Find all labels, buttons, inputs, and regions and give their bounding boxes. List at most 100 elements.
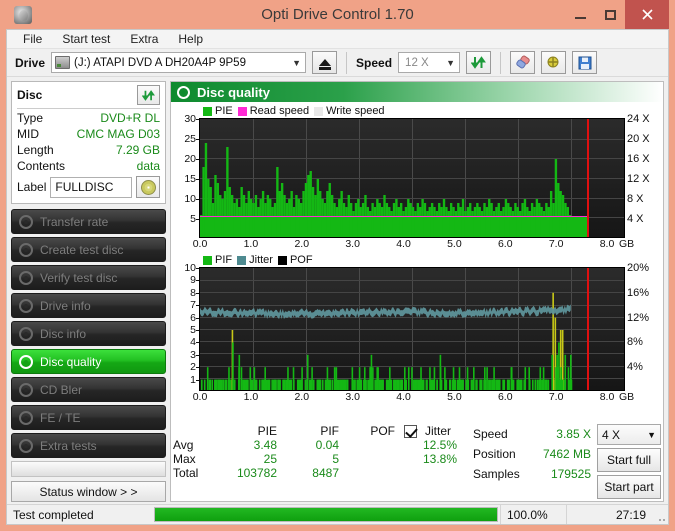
y-tick-label: 10 <box>184 193 199 205</box>
stats-table: PIE PIF POF Jitter Avg 3.48 0.04 12.5% M… <box>173 424 473 499</box>
legend-label: PIF <box>215 254 233 266</box>
close-button[interactable] <box>625 0 669 29</box>
start-part-button[interactable]: Start part <box>597 475 661 499</box>
disc-panel-header: Disc <box>17 85 160 109</box>
progress-container <box>152 505 500 524</box>
minimize-button[interactable] <box>565 0 595 29</box>
pif-y-axis: 10 9 8 7 6 5 4 3 2 1 <box>173 262 199 391</box>
speed-select-value: 12 X <box>405 56 429 69</box>
disc-icon <box>19 214 33 229</box>
stats-header-pie: PIE <box>257 424 277 438</box>
position-row: Position 7462 MB <box>473 444 591 464</box>
menu-item-extra[interactable]: Extra <box>122 30 166 48</box>
plugin-button[interactable] <box>541 51 567 74</box>
drive-select[interactable]: (J:) ATAPI DVD A DH20A4P 9P59 ▼ <box>51 52 307 73</box>
disc-type-value: DVD+R DL <box>100 111 160 125</box>
sidebar-item-label: Disc quality <box>40 354 102 369</box>
legend-item-write-speed: Write speed <box>314 105 385 117</box>
disc-label-label: Label <box>17 180 47 194</box>
x-tick-label: 7.0 <box>548 391 564 403</box>
chevron-down-icon: ▼ <box>446 57 455 68</box>
y-tick-label: 1 <box>190 373 199 386</box>
chevron-down-icon: ▼ <box>292 57 301 68</box>
disc-type-label: Type <box>17 111 44 125</box>
x-axis-unit: GB <box>619 238 635 250</box>
disc-label-button[interactable] <box>136 176 160 198</box>
save-button[interactable] <box>572 51 598 74</box>
disc-icon <box>19 382 33 397</box>
y-tick-label: 5 <box>190 324 199 336</box>
sidebar-item-disc-quality[interactable]: Disc quality <box>11 349 166 374</box>
sidebar-item-disc-info[interactable]: Disc info <box>11 321 166 346</box>
stats-avg-pif: 0.04 <box>315 438 339 452</box>
cd-icon <box>140 179 156 195</box>
y-tick-label: 7 <box>190 299 199 312</box>
pie-plot-row: 30 25 20 15 10 5 24 X 20 X 16 X 12 X 8 X 4 X <box>173 113 661 238</box>
pie-plot-area[interactable] <box>199 118 625 238</box>
test-speed-select[interactable]: 4 X ▼ <box>597 424 661 445</box>
erase-button[interactable] <box>510 51 536 74</box>
speed-select[interactable]: 12 X ▼ <box>398 52 461 73</box>
refresh-button[interactable] <box>466 51 492 74</box>
menu-bar: File Start test Extra Help <box>7 30 668 49</box>
drive-toolbar: Drive (J:) ATAPI DVD A DH20A4P 9P59 ▼ Sp… <box>7 49 668 77</box>
sidebar-item-drive-info[interactable]: Drive info <box>11 293 166 318</box>
sidebar-item-create-test-disc[interactable]: Create test disc <box>11 237 166 262</box>
menu-item-help[interactable]: Help <box>170 30 211 48</box>
eraser-icon <box>515 55 530 69</box>
disc-check-icon <box>19 270 33 285</box>
disc-refresh-button[interactable] <box>137 85 160 105</box>
window-controls <box>565 0 669 29</box>
sidebar-item-cd-bler[interactable]: CD Bler <box>11 377 166 402</box>
stats-row-label-avg: Avg <box>173 438 194 452</box>
progress-fill <box>155 508 497 521</box>
read-speed-line <box>200 215 587 218</box>
status-window-button[interactable]: Status window > > <box>11 481 166 502</box>
client-area: File Start test Extra Help Drive (J:) AT… <box>6 29 669 525</box>
disc-icon <box>19 410 33 425</box>
menu-item-file[interactable]: File <box>15 30 50 48</box>
disc-info-icon <box>19 326 33 341</box>
legend-label: POF <box>289 254 313 266</box>
disc-row-contents: Contents data <box>17 157 160 173</box>
disc-row-type: Type DVD+R DL <box>17 109 160 125</box>
sidebar-item-transfer-rate[interactable]: Transfer rate <box>11 209 166 234</box>
resize-grip[interactable] <box>652 505 668 524</box>
position-stat-value: 7462 MB <box>542 447 591 461</box>
stats-total-pie: 103782 <box>236 466 277 480</box>
app-icon <box>14 5 32 24</box>
close-icon <box>641 9 653 20</box>
disc-contents-label: Contents <box>17 159 66 173</box>
y2-tick-label: 4 X <box>627 213 644 225</box>
sidebar-item-label: FE / TE <box>40 410 81 425</box>
stats-max-pie: 25 <box>263 452 277 466</box>
sidebar-item-verify-test-disc[interactable]: Verify test disc <box>11 265 166 290</box>
sidebar-item-fe-te[interactable]: FE / TE <box>11 405 166 430</box>
start-full-button[interactable]: Start full <box>597 448 661 472</box>
disc-label-input[interactable]: FULLDISC <box>50 176 132 198</box>
menu-item-start-test[interactable]: Start test <box>54 30 118 48</box>
jitter-band <box>200 304 571 319</box>
x-tick-label: 0.0 <box>192 238 208 250</box>
eject-button[interactable] <box>312 51 338 74</box>
maximize-button[interactable] <box>595 0 625 29</box>
y-tick-label: 2 <box>190 361 199 374</box>
legend-label: Write speed <box>326 105 385 117</box>
legend-item-pie: PIE <box>203 105 233 117</box>
end-marker-line <box>586 268 589 390</box>
x-tick-label: 4.0 <box>396 238 411 250</box>
pie-chart: PIE Read speed Write speed 30 25 20 15 10 5 2… <box>173 104 661 253</box>
x-tick-label: 2.0 <box>294 238 310 250</box>
y2-tick-label: 12% <box>627 311 650 324</box>
sidebar-item-extra-tests[interactable]: Extra tests <box>11 433 166 458</box>
legend-label: Read speed <box>249 105 310 117</box>
stats-avg-pie: 3.48 <box>253 438 277 452</box>
disc-quality-icon <box>19 354 33 369</box>
x-tick-label: 8.0 <box>599 391 615 403</box>
toolbar-divider-2 <box>500 51 502 74</box>
pif-plot-area[interactable] <box>199 267 625 391</box>
y-tick-label: 20 <box>184 153 199 165</box>
y2-tick-label: 8 X <box>627 193 644 205</box>
stats-total-pif: 8487 <box>312 466 339 480</box>
jitter-checkbox[interactable] <box>403 424 417 438</box>
